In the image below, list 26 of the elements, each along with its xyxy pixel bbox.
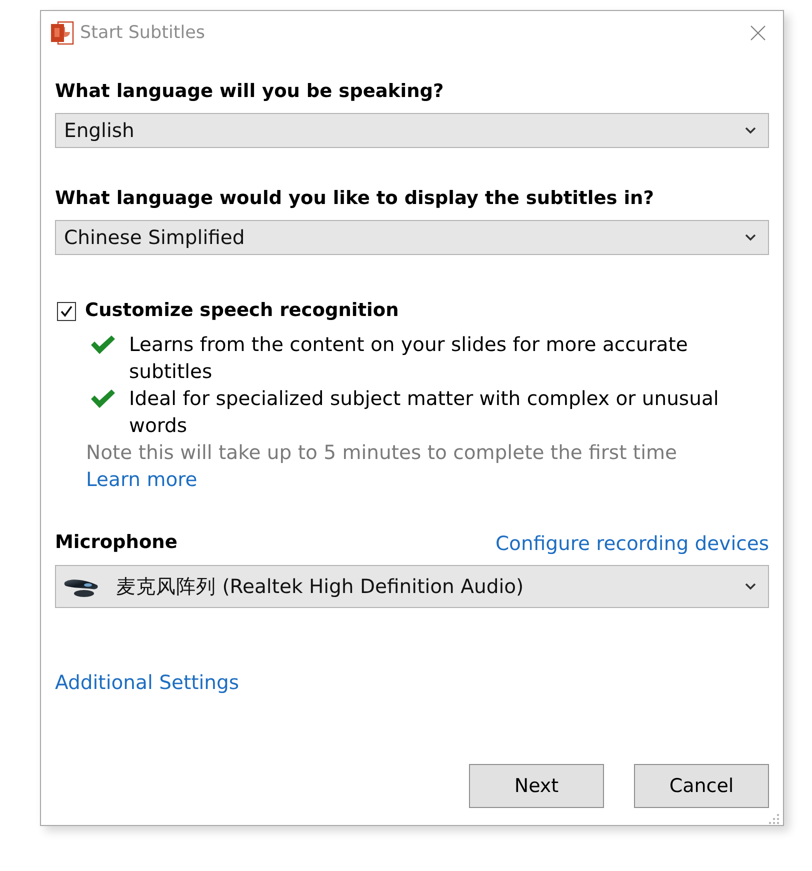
close-icon: [750, 25, 766, 41]
chevron-down-icon: [745, 234, 756, 241]
presentation-app-icon: [50, 21, 74, 45]
learn-more-link[interactable]: Learn more: [86, 466, 198, 493]
field-label: What language would you like to display the subtitles in?: [55, 187, 655, 211]
field-label: Microphone: [55, 531, 178, 555]
check-icon: [90, 335, 116, 355]
window-title: Start Subtitles: [80, 23, 206, 43]
dropdown[interactable]: Chinese Simplified: [55, 220, 769, 255]
dropdown[interactable]: English: [55, 113, 769, 148]
benefit-text: Ideal for specialized subject matter with complex or unusual words: [129, 386, 720, 439]
benefit-text: Learns from the content on your slides for more accurate subtitles: [129, 332, 689, 385]
close-button[interactable]: [749, 24, 767, 42]
note-text: Note this will take up to 5 minutes to complete the first time: [85, 440, 678, 466]
configure-devices-link[interactable]: Configure recording devices: [495, 530, 769, 556]
dialog-button[interactable]: Cancel: [634, 764, 769, 808]
chevron-down-icon: [745, 127, 756, 134]
resize-grip-icon[interactable]: [767, 812, 780, 825]
additional-settings-link[interactable]: Additional Settings: [55, 669, 240, 696]
checkbox[interactable]: [57, 302, 76, 320]
checkbox-label: Customize speech recognition: [85, 299, 399, 323]
chevron-down-icon: [745, 583, 756, 590]
field-label: What language will you be speaking?: [55, 80, 445, 104]
dropdown[interactable]: 麦克风阵列 (Realtek High Definition Audio): [55, 565, 769, 608]
dialog-button[interactable]: Next: [469, 764, 604, 808]
check-icon: [90, 389, 116, 409]
